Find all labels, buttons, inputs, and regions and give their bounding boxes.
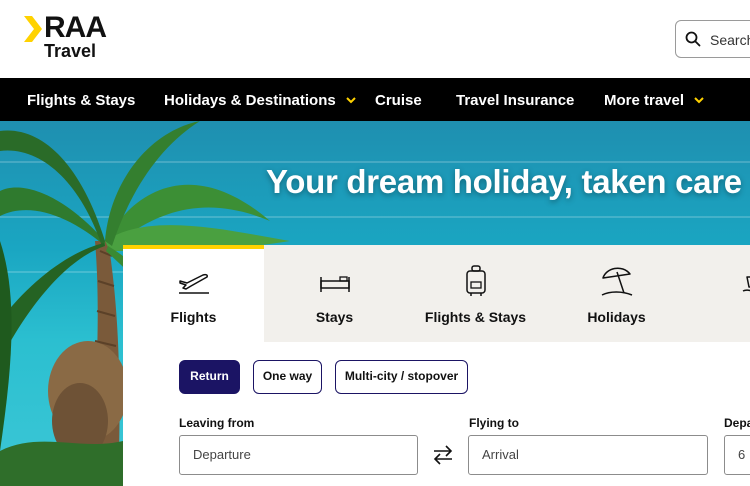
hero-title: Your dream holiday, taken care <box>266 163 742 200</box>
arrival-input[interactable]: Arrival <box>468 435 708 475</box>
booking-widget: Flights Stays Flights & Stays Holidays R… <box>123 245 750 486</box>
cruise-icon <box>742 276 750 292</box>
search-placeholder: Search <box>710 32 750 48</box>
chevron-down-icon <box>694 97 704 104</box>
logo-chevron-icon <box>24 16 42 42</box>
leaving-from-label: Leaving from <box>179 416 255 430</box>
tab-cruise[interactable]: Cr <box>687 245 750 342</box>
tab-flights[interactable]: Flights <box>123 245 264 342</box>
trip-type-return[interactable]: Return <box>179 360 240 394</box>
plane-icon <box>178 273 209 294</box>
trip-type-one-way[interactable]: One way <box>253 360 322 394</box>
swap-icon[interactable] <box>431 444 455 466</box>
nav-item-label: Holidays & Destinations <box>164 92 336 109</box>
beach-umbrella-icon <box>601 267 632 296</box>
chevron-down-icon <box>346 97 356 104</box>
nav-item-label: More travel <box>604 92 685 109</box>
nav-item-label: Flights & Stays <box>27 92 136 109</box>
nav-item-travel-insurance[interactable]: Travel Insurance <box>456 78 574 121</box>
booking-tabs: Flights Stays Flights & Stays Holidays <box>123 245 750 342</box>
depart-date-input[interactable]: 6 <box>724 435 750 475</box>
search-icon <box>685 31 701 47</box>
departure-input[interactable]: Departure <box>179 435 418 475</box>
nav-item-label: Travel Insurance <box>456 92 575 109</box>
tab-label: Cr <box>687 309 750 325</box>
tab-stays[interactable]: Stays <box>264 245 405 342</box>
logo-brand-text: RAA <box>44 11 107 44</box>
raa-travel-logo[interactable]: RAA Travel <box>24 11 114 61</box>
nav-item-cruise[interactable]: Cruise <box>375 78 422 121</box>
nav-item-label: Cruise <box>375 92 422 109</box>
tab-label: Stays <box>315 309 354 325</box>
depart-date-label: Depa <box>724 416 750 430</box>
nav-item-holidays-destinations[interactable]: Holidays & Destinations <box>164 78 356 121</box>
trip-type-multi-city[interactable]: Multi-city / stopover <box>335 360 468 394</box>
main-nav: Flights & Stays Holidays & Destinations … <box>0 78 750 121</box>
tab-label: Flights & Stays <box>424 309 527 325</box>
tab-holidays[interactable]: Holidays <box>546 245 687 342</box>
search-input[interactable]: Search <box>675 20 750 58</box>
tab-label: Flights <box>170 309 217 325</box>
luggage-icon <box>465 265 486 296</box>
tab-label: Holidays <box>587 309 646 325</box>
bed-icon <box>319 276 350 292</box>
tab-flights-stays[interactable]: Flights & Stays <box>405 245 546 342</box>
flying-to-label: Flying to <box>469 416 519 430</box>
nav-item-flights-stays[interactable]: Flights & Stays <box>27 78 135 121</box>
logo-sub-text: Travel <box>44 41 97 61</box>
nav-item-more-travel[interactable]: More travel <box>604 78 704 121</box>
site-header: RAA Travel Search <box>0 0 750 78</box>
